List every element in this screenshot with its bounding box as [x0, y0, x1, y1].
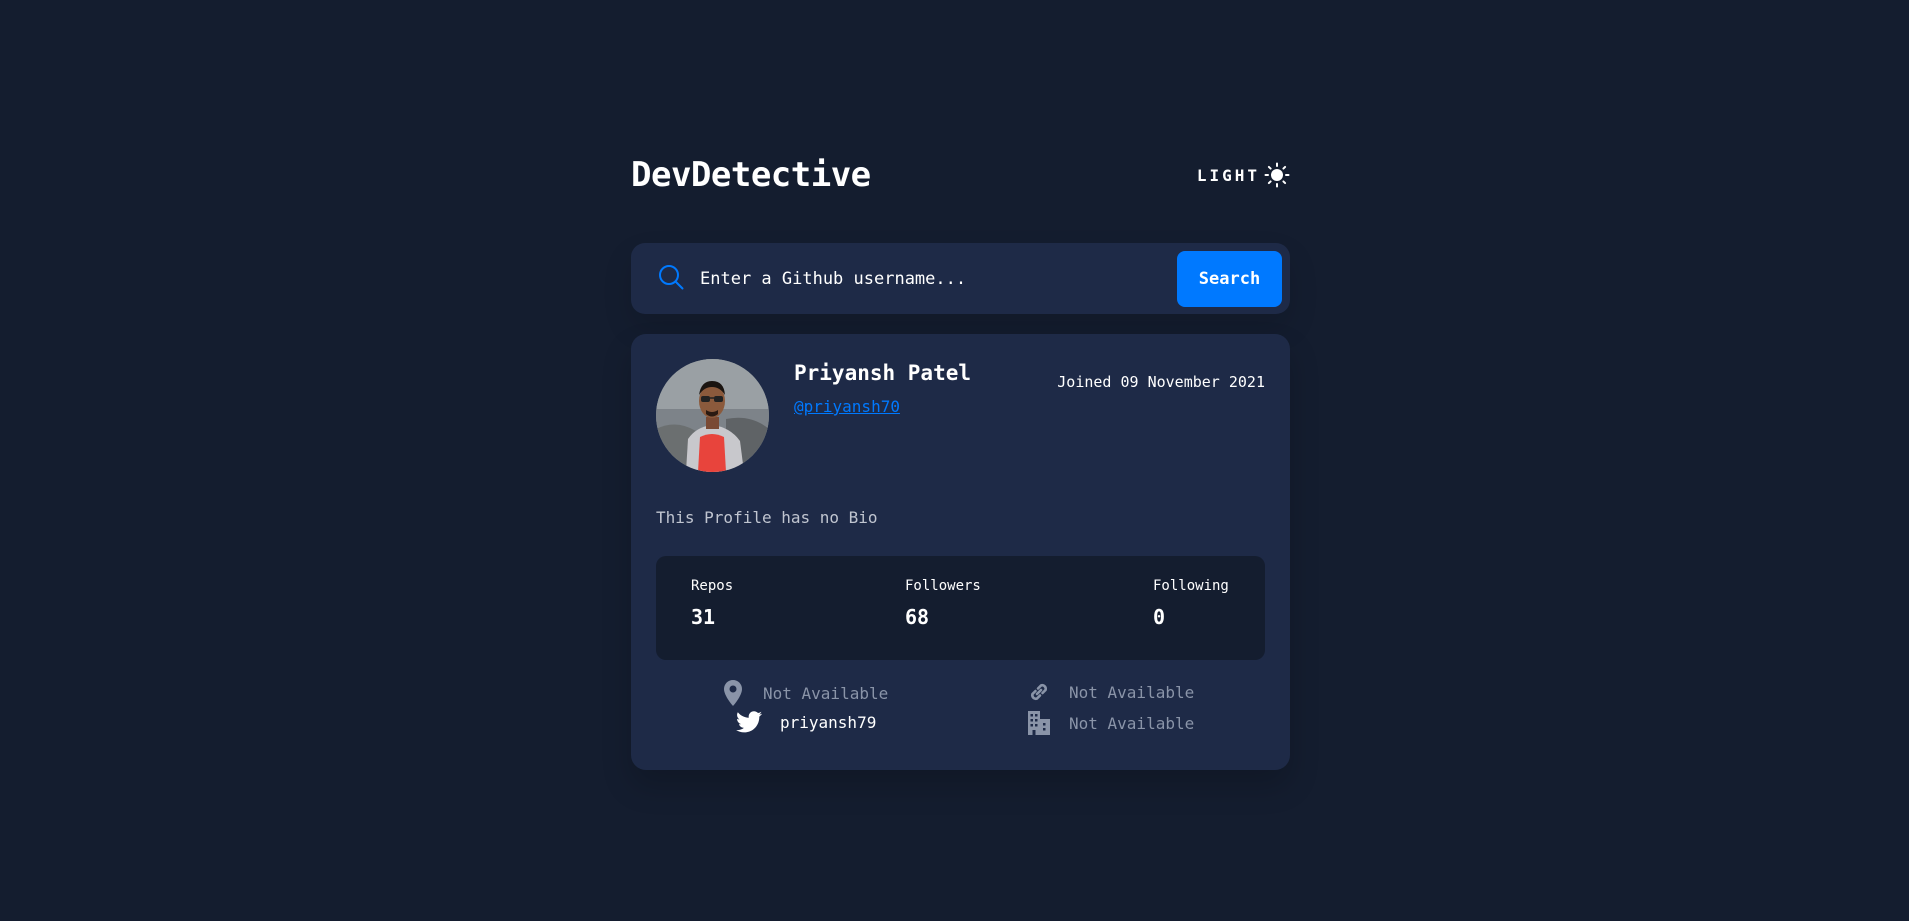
header: DevDetective LIGHT [631, 150, 1290, 200]
stat-followers: Followers 68 [905, 578, 981, 629]
profile-name: Priyansh Patel [794, 361, 972, 385]
search-button[interactable]: Search [1177, 250, 1282, 307]
company-text: Not Available [1069, 713, 1195, 733]
stat-value: 68 [905, 605, 930, 629]
profile-links: Not Available Not Available priyansh79 N… [656, 680, 1265, 740]
building-icon [1027, 711, 1051, 735]
avatar [656, 359, 769, 472]
app-container: DevDetective LIGHT Enter a Github userna… [631, 150, 1290, 770]
joined-date: Joined 09 November 2021 [1057, 373, 1265, 391]
sun-icon [1264, 162, 1290, 188]
theme-toggle-label: LIGHT [1196, 165, 1260, 185]
stat-label: Repos [691, 578, 734, 594]
website-link[interactable]: Not Available [1069, 683, 1194, 702]
app-logo: DevDetective [631, 155, 871, 195]
twitter-icon [736, 711, 762, 733]
stat-label: Following [1153, 578, 1229, 594]
profile-bio: This Profile has no Bio [656, 508, 878, 527]
theme-toggle-button[interactable]: LIGHT [1197, 162, 1290, 188]
stat-label: Followers [905, 578, 981, 594]
twitter-item: priyansh79 [736, 711, 876, 733]
profile-card: Priyansh Patel @priyansh70 Joined 09 Nov… [631, 334, 1290, 770]
stat-repos: Repos 31 [691, 578, 733, 629]
location-item: Not Available [721, 680, 888, 706]
company-item: Not Available [1027, 711, 1194, 735]
search-input[interactable] [700, 258, 1177, 299]
profile-header: Priyansh Patel @priyansh70 Joined 09 Nov… [656, 359, 1265, 472]
website-item: Not Available [1027, 680, 1194, 704]
search-icon [658, 264, 684, 294]
stat-value: 0 [1153, 605, 1166, 629]
twitter-link[interactable]: priyansh79 [780, 713, 876, 732]
link-icon [1027, 680, 1051, 704]
search-bar: Search [631, 243, 1290, 314]
stat-following: Following 0 [1153, 578, 1229, 629]
stat-value: 31 [691, 605, 716, 629]
location-pin-icon [721, 680, 745, 706]
stats-panel: Repos 31 Followers 68 Following 0 [656, 556, 1265, 660]
profile-info: Priyansh Patel @priyansh70 [794, 359, 971, 472]
location-text: Not Available [763, 683, 889, 703]
profile-username-link[interactable]: @priyansh70 [794, 397, 900, 416]
